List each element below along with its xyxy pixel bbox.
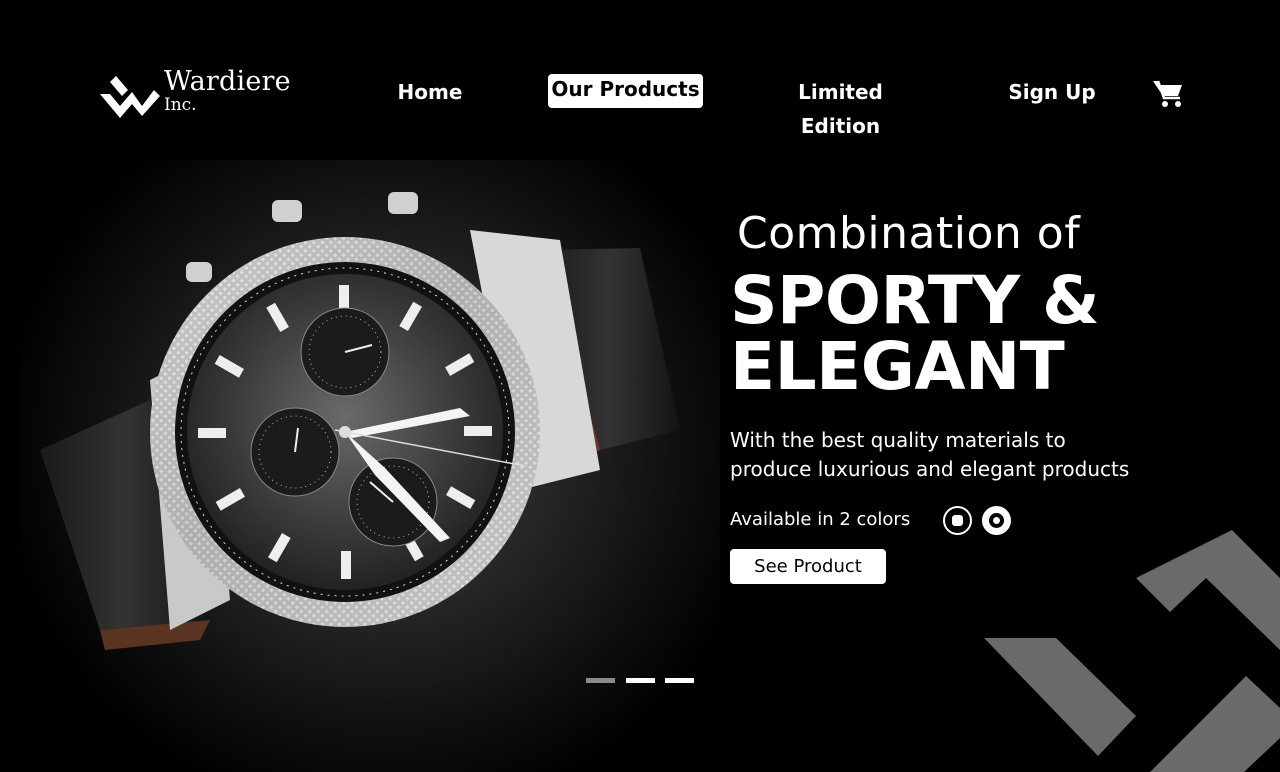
hero-eyebrow: Combination of bbox=[737, 208, 1081, 259]
brand-name: Wardiere bbox=[164, 66, 291, 97]
see-product-button[interactable]: See Product bbox=[730, 549, 886, 584]
wardiere-logo-icon bbox=[100, 76, 160, 118]
carousel-dot-2[interactable] bbox=[626, 678, 655, 683]
brand-sub: Inc. bbox=[164, 95, 197, 115]
nav-sign-up[interactable]: Sign Up bbox=[1002, 75, 1102, 109]
headline-line-1: SPORTY & bbox=[730, 262, 1100, 339]
watch-illustration bbox=[40, 192, 680, 650]
hero-watch-image bbox=[0, 130, 720, 772]
colors-label: Available in 2 colors bbox=[730, 509, 911, 530]
landing-page: Wardiere Inc. Home Our Products Limited … bbox=[0, 0, 1280, 772]
nav-our-products[interactable]: Our Products bbox=[548, 74, 703, 108]
description-line-2: produce luxurious and elegant products bbox=[730, 457, 1130, 481]
brand-logo[interactable]: Wardiere Inc. bbox=[98, 68, 291, 120]
description-line-1: With the best quality materials to bbox=[730, 428, 1066, 452]
headline-line-2: ELEGANT bbox=[730, 328, 1065, 405]
nav-limited-edition[interactable]: Limited Edition bbox=[762, 75, 919, 138]
shopping-cart-icon[interactable] bbox=[1152, 78, 1184, 108]
decorative-logo-shape bbox=[984, 530, 1280, 772]
hero-headline: SPORTY & ELEGANT bbox=[730, 268, 1150, 400]
hero-description: With the best quality materials to produ… bbox=[730, 426, 1190, 484]
carousel-dot-1[interactable] bbox=[586, 678, 615, 683]
carousel-dot-3[interactable] bbox=[665, 678, 694, 683]
nav-home[interactable]: Home bbox=[384, 75, 476, 109]
